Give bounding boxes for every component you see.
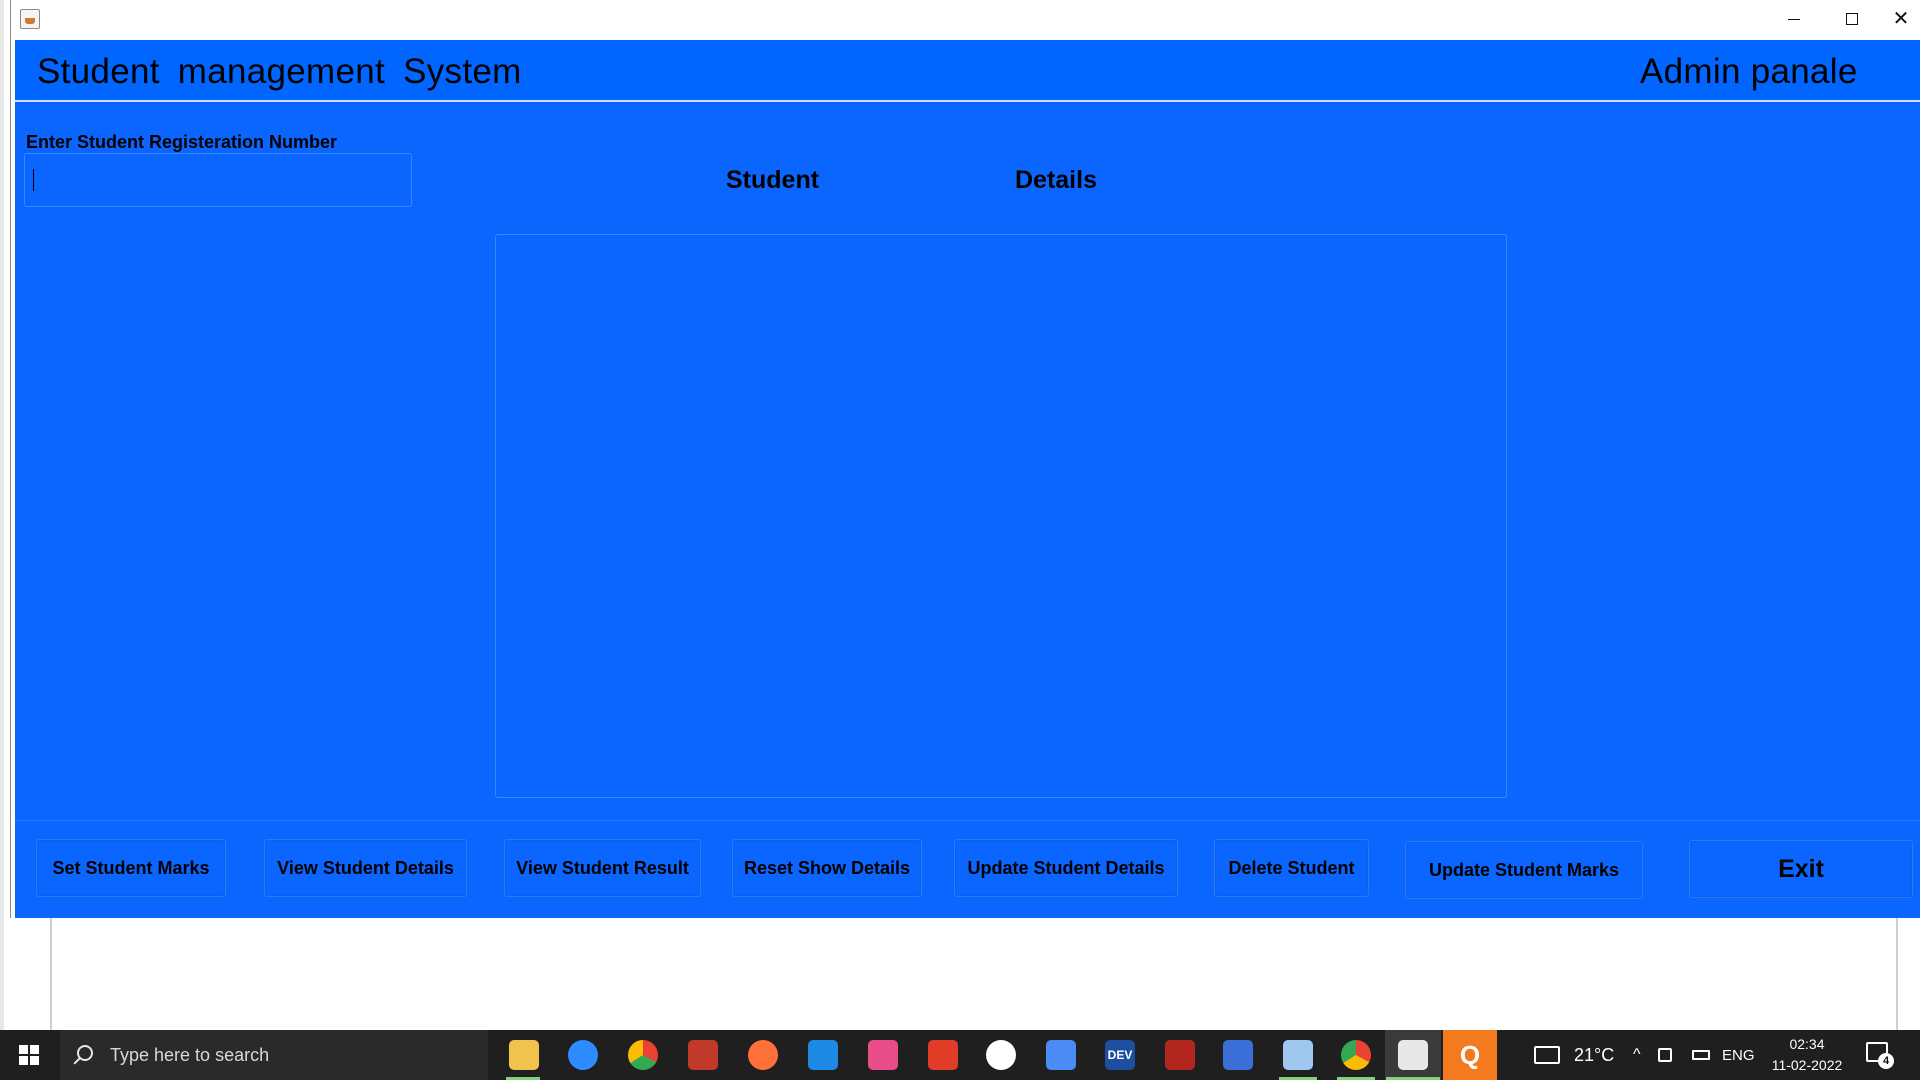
screen-app-icon[interactable] (868, 1040, 898, 1070)
oracle-icon[interactable] (1165, 1040, 1195, 1070)
details-heading-student: Student (726, 166, 820, 194)
update-student-marks-button[interactable]: Update Student Marks (1405, 841, 1643, 899)
taskbar: Type here to search DEV Q 21°C ^ ENG 02:… (0, 1030, 1920, 1080)
office-icon[interactable] (928, 1040, 958, 1070)
header-bar: Student management System Admin panale (15, 40, 1920, 102)
file-explorer-icon[interactable] (509, 1040, 539, 1070)
battery-icon[interactable] (1692, 1030, 1710, 1080)
registration-number-label: Enter Student Registeration Number (26, 132, 338, 152)
background-divider-right (1896, 915, 1898, 1030)
volume-icon[interactable] (1658, 1030, 1672, 1080)
maximize-icon (1846, 13, 1858, 25)
clock-date: 11-02-2022 (1771, 1057, 1843, 1073)
q-app-icon[interactable]: Q (1443, 1030, 1497, 1080)
window-titlebar[interactable]: ✕ (11, 0, 1920, 40)
news-widget-icon[interactable] (1534, 1030, 1560, 1080)
close-icon: ✕ (1892, 8, 1910, 30)
close-button[interactable]: ✕ (1881, 0, 1920, 38)
taskbar-search-box[interactable]: Type here to search (60, 1030, 488, 1080)
app-circle-icon[interactable] (986, 1040, 1016, 1070)
exit-button[interactable]: Exit (1689, 840, 1913, 898)
box-app-icon[interactable] (1046, 1040, 1076, 1070)
reset-show-details-button[interactable]: Reset Show Details (732, 839, 922, 897)
photos-app-icon[interactable] (628, 1040, 658, 1070)
delete-student-button[interactable]: Delete Student (1214, 839, 1369, 897)
background-edge (0, 0, 4, 1030)
weather-label[interactable]: 21°C (1574, 1030, 1614, 1080)
java-taskbar-icon[interactable] (1398, 1040, 1428, 1070)
firefox-icon[interactable] (748, 1040, 778, 1070)
cube-app-icon[interactable] (1283, 1040, 1313, 1070)
dev-cpp-icon[interactable]: DEV (1105, 1040, 1135, 1070)
maximize-button[interactable] (1823, 0, 1881, 38)
clock-time: 02:34 (1789, 1036, 1825, 1052)
update-student-details-button[interactable]: Update Student Details (954, 839, 1178, 897)
main-content: Student management System Admin panale E… (15, 40, 1920, 918)
java-app-icon[interactable] (20, 9, 40, 29)
minimize-icon (1788, 18, 1800, 20)
admin-panel-title: Admin panale (1640, 52, 1858, 91)
language-indicator[interactable]: ENG (1722, 1030, 1755, 1080)
clock[interactable]: 02:34 11-02-2022 (1764, 1034, 1850, 1076)
start-button[interactable] (0, 1030, 58, 1080)
taskbar-search-placeholder: Type here to search (110, 1045, 270, 1065)
view-student-result-button[interactable]: View Student Result (504, 839, 701, 897)
registration-number-input[interactable] (24, 153, 412, 207)
set-student-marks-button[interactable]: Set Student Marks (36, 839, 226, 897)
vscode-icon[interactable] (808, 1040, 838, 1070)
background-divider-left (50, 915, 52, 1030)
zoom-icon[interactable] (568, 1040, 598, 1070)
chevron-up-icon[interactable]: ^ (1633, 1030, 1641, 1080)
app-title: Student management System (37, 52, 522, 91)
button-bar-divider (15, 820, 1920, 821)
minimize-button[interactable] (1765, 0, 1823, 38)
chrome-icon[interactable] (1341, 1040, 1371, 1070)
snipping-tool-icon[interactable] (688, 1040, 718, 1070)
search-icon (77, 1045, 93, 1061)
student-details-panel[interactable] (495, 234, 1507, 798)
app-window: ✕ Student management System Admin panale… (10, 0, 1920, 918)
windows-logo-icon (19, 1045, 39, 1065)
details-heading-details: Details (1015, 166, 1097, 194)
news-icon (1534, 1046, 1560, 1064)
view-student-details-button[interactable]: View Student Details (264, 839, 467, 897)
network-app-icon[interactable] (1223, 1040, 1253, 1070)
text-caret (33, 169, 34, 191)
notification-count-badge: 4 (1878, 1053, 1894, 1069)
